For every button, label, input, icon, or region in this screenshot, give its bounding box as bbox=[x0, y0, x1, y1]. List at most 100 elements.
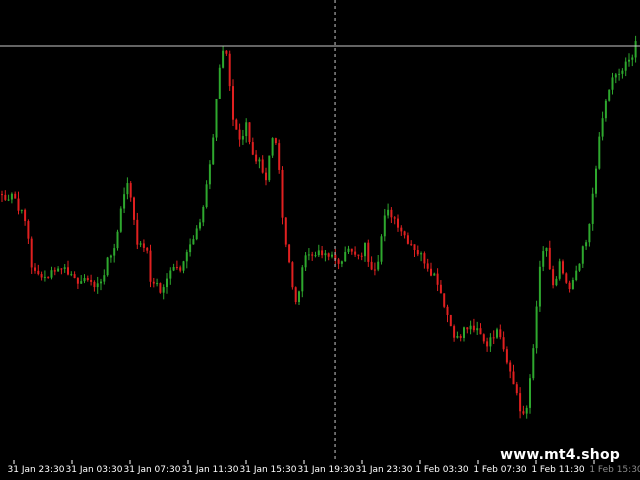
candle-body bbox=[119, 208, 122, 232]
candle-body bbox=[70, 274, 73, 276]
candle-body bbox=[175, 267, 178, 269]
candle-body bbox=[509, 362, 512, 372]
candle-body bbox=[50, 270, 53, 278]
candle-body bbox=[621, 70, 624, 74]
candle-body bbox=[482, 334, 485, 342]
candle-body bbox=[502, 337, 505, 350]
candle-body bbox=[433, 273, 436, 276]
candle-body bbox=[370, 261, 373, 270]
candle-body bbox=[139, 243, 142, 245]
candle-body bbox=[265, 172, 267, 181]
x-tick-label: 31 Jan 03:30 bbox=[66, 465, 123, 475]
candle-body bbox=[469, 325, 472, 330]
x-tick-label: 1 Feb 07:30 bbox=[473, 465, 527, 475]
candle-body bbox=[505, 349, 508, 363]
candle-body bbox=[529, 378, 531, 408]
candle-body bbox=[268, 155, 271, 181]
candle-body bbox=[628, 59, 630, 62]
candle-body bbox=[522, 411, 525, 414]
candle-body bbox=[426, 263, 429, 269]
candle-body bbox=[552, 269, 555, 286]
candle-body bbox=[416, 250, 419, 255]
candle-body bbox=[34, 267, 36, 271]
candle-body bbox=[598, 136, 601, 169]
candle-body bbox=[406, 235, 409, 244]
candle-body bbox=[535, 306, 538, 349]
candle-body bbox=[525, 407, 528, 414]
candle-body bbox=[225, 50, 228, 54]
candle-body bbox=[67, 267, 69, 275]
candle-body bbox=[192, 239, 195, 245]
candle-body bbox=[486, 341, 489, 347]
candle-body bbox=[585, 242, 588, 247]
candle-body bbox=[624, 61, 627, 71]
candle-body bbox=[109, 255, 112, 258]
candle-body bbox=[324, 253, 327, 256]
candle-body bbox=[103, 275, 106, 282]
x-tick-label: 31 Jan 07:30 bbox=[124, 465, 181, 475]
x-tick-label: 31 Jan 11:30 bbox=[182, 465, 239, 475]
price-chart[interactable]: 31 Jan 23:30 31 Jan 03:30 31 Jan 07:30 31 J… bbox=[0, 0, 640, 480]
candle-body bbox=[30, 238, 33, 268]
candle-body bbox=[350, 248, 353, 252]
candle-body bbox=[232, 86, 234, 120]
candle-body bbox=[344, 251, 347, 262]
candle-body bbox=[47, 276, 50, 278]
candle-body bbox=[1, 194, 3, 196]
candle-body bbox=[604, 100, 607, 119]
candle-body bbox=[235, 119, 238, 130]
candle-body bbox=[321, 250, 324, 256]
candle-body bbox=[27, 221, 30, 239]
candle-body bbox=[172, 267, 175, 271]
candle-body bbox=[519, 393, 522, 412]
candle-body bbox=[403, 231, 406, 236]
candle-body bbox=[331, 254, 333, 257]
x-tick-label: 31 Jan 19:30 bbox=[298, 465, 355, 475]
candle-body bbox=[631, 57, 634, 60]
candle-body bbox=[182, 261, 185, 271]
candle-body bbox=[208, 164, 211, 185]
candle-body bbox=[446, 306, 449, 315]
candle-body bbox=[195, 228, 198, 240]
candle-body bbox=[466, 327, 469, 330]
candle-body bbox=[278, 143, 281, 170]
candle-body bbox=[123, 194, 126, 209]
candle-body bbox=[159, 283, 162, 293]
candle-body bbox=[301, 267, 304, 292]
candle-body bbox=[222, 50, 225, 68]
candle-body bbox=[393, 217, 396, 219]
x-tick-label: 1 Feb 15:30 bbox=[589, 465, 640, 475]
candle-body bbox=[430, 268, 432, 276]
candle-body bbox=[383, 215, 386, 237]
candle-body bbox=[126, 183, 129, 195]
candle-body bbox=[43, 276, 46, 278]
candle-body bbox=[106, 257, 109, 276]
candle-body bbox=[423, 253, 426, 264]
candle-body bbox=[166, 278, 168, 288]
candle-body bbox=[185, 252, 188, 262]
candle-body bbox=[575, 270, 578, 281]
candle-body bbox=[245, 122, 248, 137]
candle-body bbox=[212, 137, 215, 165]
candle-body bbox=[512, 371, 515, 385]
candle-body bbox=[199, 222, 201, 229]
candle-body bbox=[248, 122, 251, 143]
candle-body bbox=[390, 209, 393, 218]
candle-body bbox=[595, 168, 597, 194]
candle-body bbox=[581, 246, 584, 264]
candle-body bbox=[40, 274, 43, 278]
candle-body bbox=[96, 283, 99, 288]
candle-body bbox=[387, 209, 390, 216]
candle-body bbox=[20, 209, 23, 211]
x-tick-label: 1 Feb 03:30 bbox=[415, 465, 469, 475]
candle-body bbox=[86, 278, 89, 281]
candle-body bbox=[255, 154, 258, 162]
candle-body bbox=[532, 348, 535, 379]
candle-body bbox=[205, 184, 208, 208]
candle-body bbox=[364, 242, 366, 257]
candlestick-chart-svg[interactable]: 31 Jan 23:30 31 Jan 03:30 31 Jan 07:30 31 J… bbox=[0, 0, 640, 480]
candle-body bbox=[515, 384, 518, 394]
candle-body bbox=[354, 251, 357, 255]
candle-body bbox=[215, 98, 218, 138]
candle-body bbox=[149, 250, 152, 282]
